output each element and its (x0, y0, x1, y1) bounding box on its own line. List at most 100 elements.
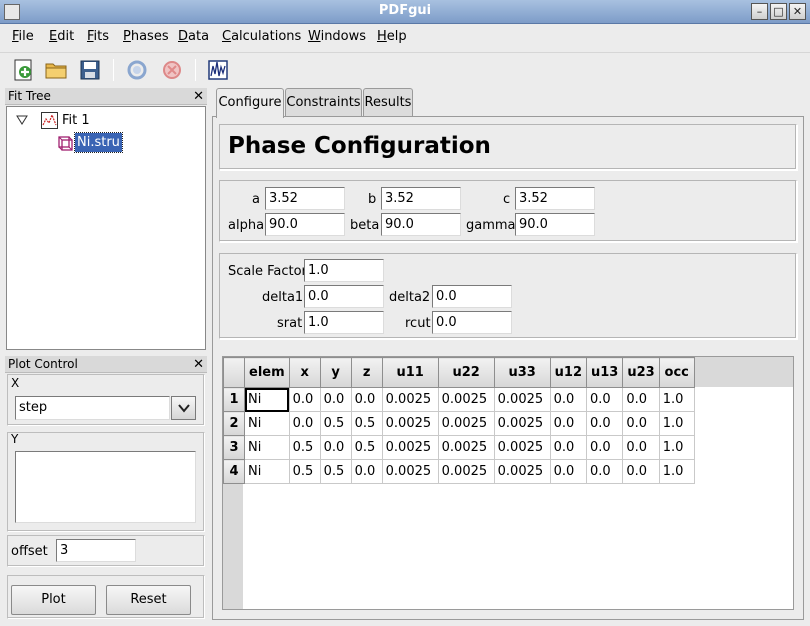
delta2-field[interactable] (432, 285, 512, 308)
column-header[interactable]: u11 (381, 357, 439, 388)
table-cell[interactable]: 0.0 (319, 387, 352, 412)
table-cell[interactable]: 0.0 (585, 459, 624, 484)
table-cell[interactable]: 0.0025 (437, 387, 495, 412)
table-cell[interactable]: 0.0 (585, 411, 624, 436)
table-cell[interactable]: 1.0 (658, 459, 695, 484)
table-cell[interactable]: 0.0 (549, 435, 588, 460)
table-cell[interactable]: 0.0025 (437, 411, 495, 436)
table-cell[interactable]: 0.0 (549, 387, 588, 412)
maximize-icon[interactable]: □ (770, 3, 787, 20)
table-cell[interactable]: 0.0 (350, 459, 383, 484)
reset-button[interactable]: Reset (106, 585, 191, 615)
table-cell[interactable]: 0.5 (288, 459, 321, 484)
table-cell[interactable]: 0.0025 (381, 411, 439, 436)
table-cell[interactable]: 0.0 (622, 459, 660, 484)
new-fit-icon[interactable] (12, 58, 36, 82)
table-cell[interactable]: 0.0 (585, 435, 624, 460)
table-cell[interactable]: 0.0 (622, 411, 660, 436)
table-cell[interactable]: 0.0 (350, 387, 383, 412)
table-cell[interactable]: 0.5 (319, 411, 352, 436)
close-icon[interactable]: ✕ (193, 88, 204, 105)
column-header[interactable]: u23 (622, 357, 660, 388)
menu-fits[interactable]: Fits (87, 29, 109, 44)
fit-tree[interactable]: Fit 1 Ni.stru (6, 106, 206, 350)
table-cell[interactable]: 0.0 (585, 387, 624, 412)
column-header[interactable]: x (288, 357, 321, 388)
offset-field[interactable] (56, 539, 136, 562)
tab-results[interactable]: Results (363, 88, 413, 116)
lattice-gamma-field[interactable] (515, 213, 595, 236)
srat-field[interactable] (304, 311, 384, 334)
table-cell[interactable]: 0.0 (288, 411, 321, 436)
table-cell[interactable]: Ni (244, 459, 290, 484)
lattice-b-field[interactable] (381, 187, 461, 210)
table-cell[interactable]: 0.0025 (381, 435, 439, 460)
row-header[interactable]: 2 (223, 411, 245, 436)
minimize-icon[interactable]: – (751, 3, 768, 20)
table-cell[interactable]: 0.0 (319, 435, 352, 460)
table-cell[interactable]: 0.0 (549, 411, 588, 436)
table-cell[interactable]: Ni (244, 387, 290, 412)
table-cell[interactable]: 0.0 (622, 387, 660, 412)
menu-calculations[interactable]: Calculations (222, 29, 301, 44)
table-cell[interactable]: Ni (244, 411, 290, 436)
column-header[interactable]: u33 (493, 357, 551, 388)
lattice-beta-field[interactable] (381, 213, 461, 236)
stop-icon[interactable] (160, 58, 184, 82)
row-header[interactable]: 3 (223, 435, 245, 460)
table-cell[interactable]: 0.5 (350, 435, 383, 460)
row-header[interactable]: 1 (223, 387, 245, 412)
table-cell[interactable]: 0.0025 (381, 459, 439, 484)
column-header[interactable]: u12 (549, 357, 588, 388)
tab-constraints[interactable]: Constraints (285, 88, 362, 116)
column-header[interactable]: z (350, 357, 383, 388)
table-cell[interactable]: 0.0025 (437, 435, 495, 460)
scale-factor-field[interactable] (304, 259, 384, 282)
table-cell[interactable]: 0.5 (288, 435, 321, 460)
atoms-table[interactable]: elem x y z u11 u22 u33 u12 u13 u23 occ 1… (223, 357, 695, 484)
table-cell[interactable]: 0.0025 (493, 459, 551, 484)
table-cell[interactable]: 1.0 (658, 387, 695, 412)
y-axis-list[interactable] (15, 451, 196, 523)
table-cell[interactable]: 0.5 (319, 459, 352, 484)
delta1-field[interactable] (304, 285, 384, 308)
table-cell[interactable]: 0.0025 (493, 411, 551, 436)
x-axis-dropdown-button[interactable] (171, 396, 196, 420)
column-header[interactable]: u13 (585, 357, 624, 388)
column-header[interactable]: u22 (437, 357, 495, 388)
menu-edit[interactable]: Edit (49, 29, 74, 44)
table-cell[interactable]: 0.0025 (381, 387, 439, 412)
rcut-field[interactable] (432, 311, 512, 334)
plot-icon[interactable] (206, 58, 230, 82)
lattice-a-field[interactable] (265, 187, 345, 210)
column-header[interactable]: elem (244, 357, 290, 388)
collapse-arrow-icon[interactable] (16, 115, 28, 125)
corner-cell[interactable] (223, 357, 245, 388)
menu-help[interactable]: Help (377, 29, 407, 44)
table-cell[interactable]: 1.0 (658, 411, 695, 436)
table-cell[interactable]: 0.0025 (493, 435, 551, 460)
table-cell[interactable]: 0.0 (622, 435, 660, 460)
lattice-alpha-field[interactable] (265, 213, 345, 236)
menu-file[interactable]: File (12, 29, 34, 44)
run-icon[interactable] (125, 58, 149, 82)
table-cell[interactable]: Ni (244, 435, 290, 460)
close-icon[interactable]: ✕ (789, 3, 806, 20)
open-folder-icon[interactable] (44, 58, 68, 82)
tree-item-fit[interactable]: Fit 1 (62, 113, 90, 128)
table-cell[interactable]: 0.0 (549, 459, 588, 484)
plot-button[interactable]: Plot (11, 585, 96, 615)
menu-windows[interactable]: Windows (308, 29, 366, 44)
table-cell[interactable]: 0.0025 (437, 459, 495, 484)
column-header[interactable]: y (319, 357, 352, 388)
menu-data[interactable]: Data (178, 29, 209, 44)
close-icon[interactable]: ✕ (193, 356, 204, 373)
row-header[interactable]: 4 (223, 459, 245, 484)
lattice-c-field[interactable] (515, 187, 595, 210)
column-header[interactable]: occ (658, 357, 695, 388)
table-cell[interactable]: 0.5 (350, 411, 383, 436)
save-icon[interactable] (78, 58, 102, 82)
tree-item-phase-selected[interactable]: Ni.stru (74, 132, 123, 153)
tab-configure[interactable]: Configure (216, 88, 284, 118)
x-axis-select[interactable]: step (15, 396, 170, 420)
